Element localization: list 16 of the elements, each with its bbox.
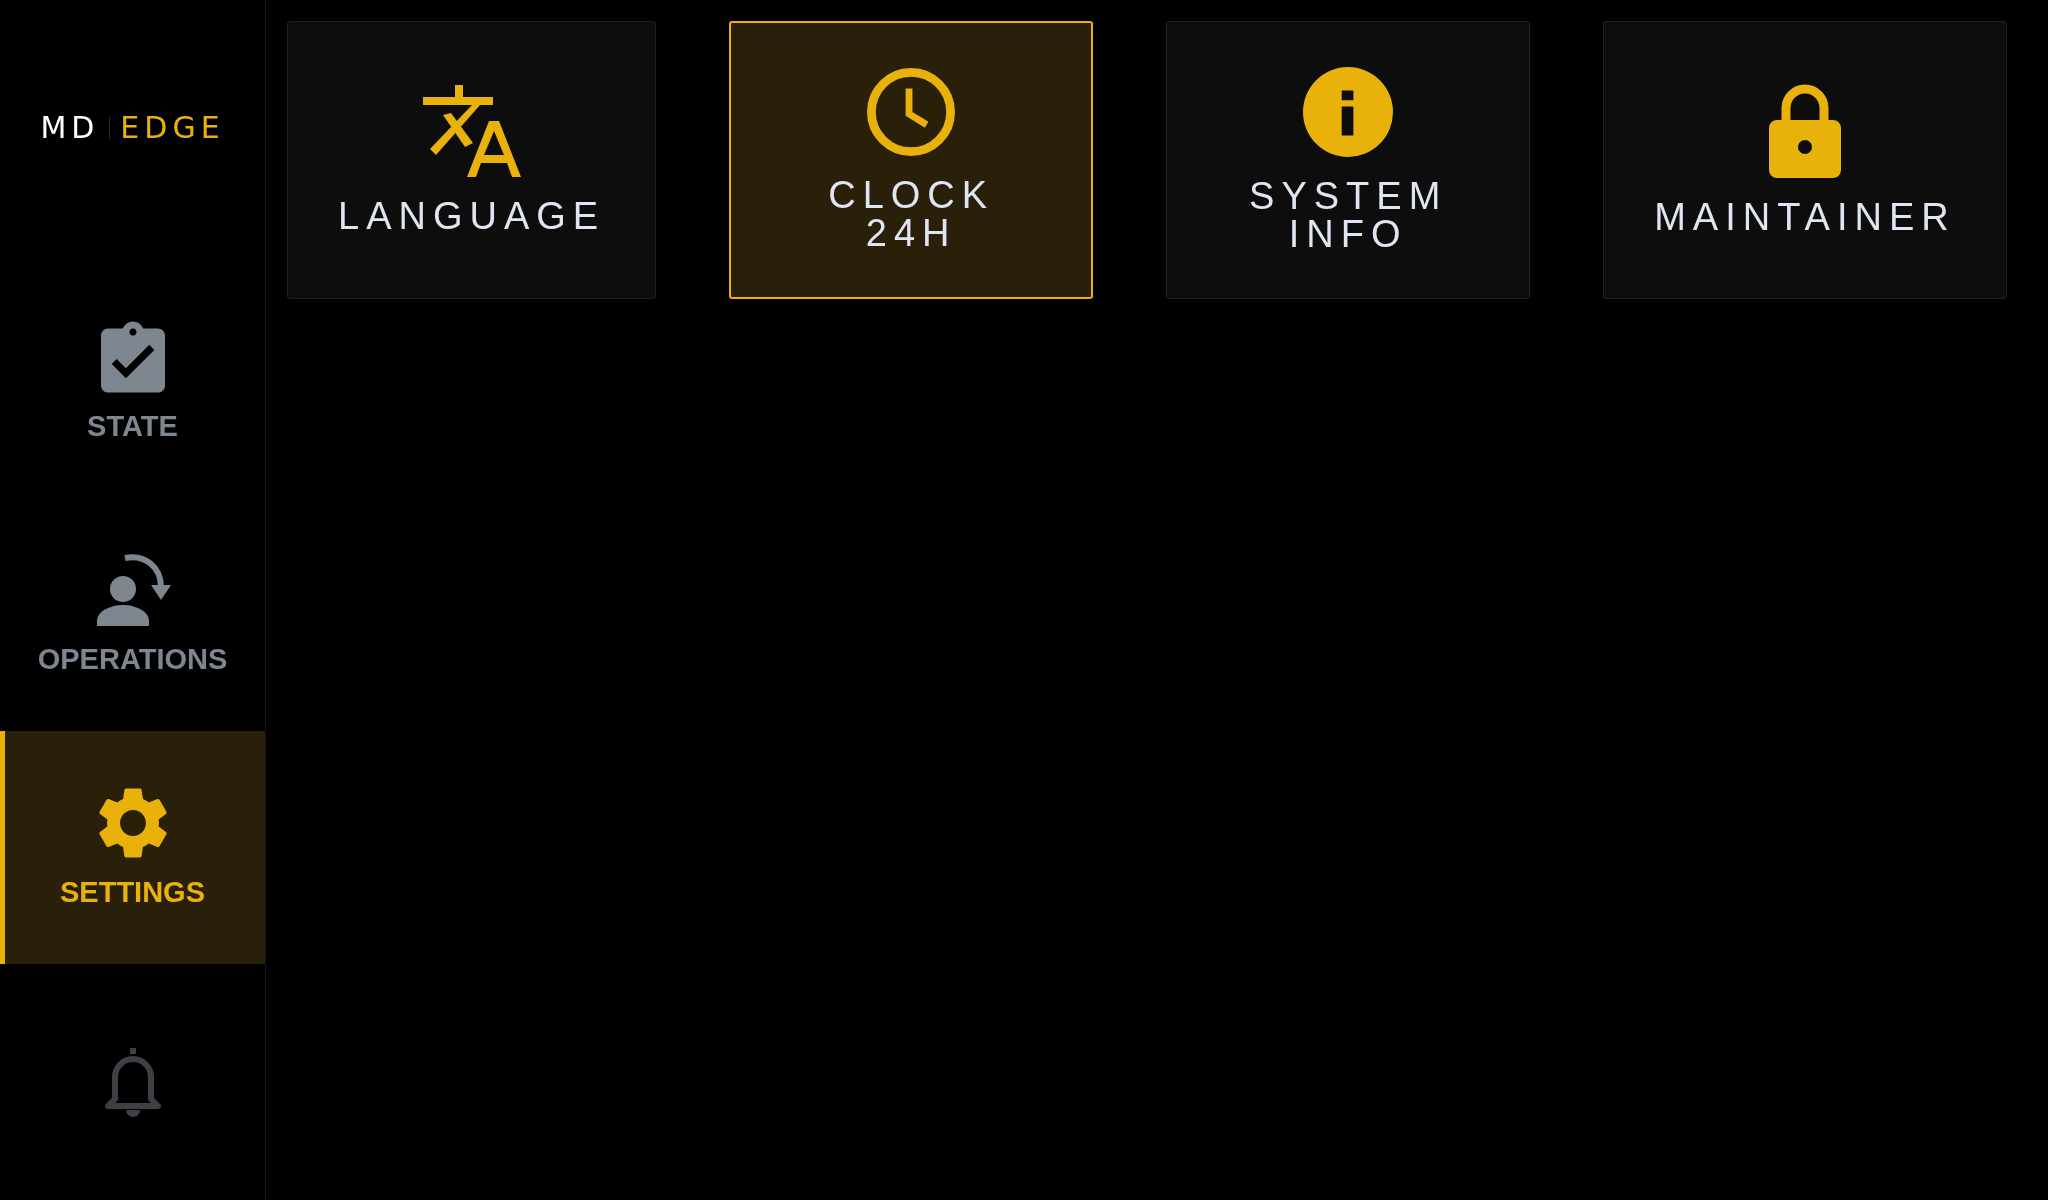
nav-item[interactable]: STATE <box>0 265 265 498</box>
settings-tile[interactable]: MAINTAINER <box>1603 21 2007 299</box>
nav-item[interactable]: SETTINGS <box>0 731 265 964</box>
settings-tile[interactable]: CLOCK 24H <box>729 21 1094 299</box>
settings-icon <box>98 786 167 859</box>
translate-icon <box>422 85 521 177</box>
clock-icon <box>867 68 956 156</box>
clipboard-check-icon <box>100 320 165 393</box>
lock-icon <box>1768 84 1841 178</box>
person-arrow-icon <box>94 553 171 627</box>
settings-tile[interactable]: SYSTEM INFO <box>1166 21 1531 299</box>
logo-text: MD <box>40 112 100 143</box>
nav-item[interactable]: OPERATIONS <box>0 498 265 731</box>
logo-text: EDGE <box>120 112 225 143</box>
settings-tile[interactable]: LANGUAGE <box>287 21 657 299</box>
info-icon <box>1303 67 1394 157</box>
